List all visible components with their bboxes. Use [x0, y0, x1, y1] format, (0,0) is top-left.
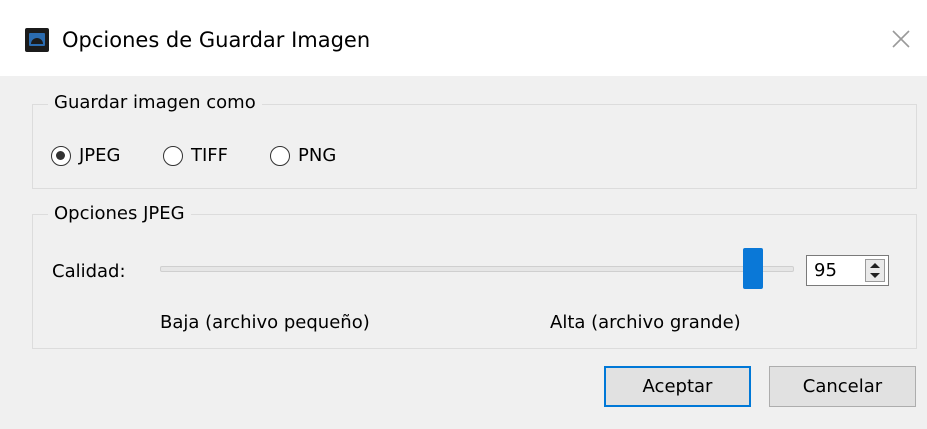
- quality-input[interactable]: [807, 256, 865, 285]
- spin-up-arrow-icon[interactable]: [866, 260, 884, 270]
- quality-slider-track[interactable]: [160, 266, 794, 272]
- radio-tiff[interactable]: TIFF: [163, 144, 228, 168]
- accept-button[interactable]: Aceptar: [604, 366, 751, 407]
- radio-png[interactable]: PNG: [270, 144, 336, 168]
- quality-low-label: Baja (archivo pequeño): [160, 312, 370, 333]
- radio-tiff-indicator[interactable]: [163, 146, 183, 166]
- spin-down-arrow-icon[interactable]: [866, 271, 884, 281]
- radio-jpeg-indicator[interactable]: [51, 146, 71, 166]
- save-format-legend: Guardar imagen como: [48, 92, 262, 114]
- title-bar: Opciones de Guardar Imagen: [0, 0, 927, 76]
- close-icon[interactable]: [889, 27, 913, 51]
- app-image-icon: [25, 28, 49, 52]
- cancel-button[interactable]: Cancelar: [769, 366, 916, 407]
- jpeg-options-legend: Opciones JPEG: [48, 203, 191, 225]
- quality-high-label: Alta (archivo grande): [550, 312, 741, 333]
- radio-png-indicator[interactable]: [270, 146, 290, 166]
- radio-jpeg-label: JPEG: [79, 145, 121, 166]
- quality-label: Calidad:: [52, 261, 126, 282]
- window-title: Opciones de Guardar Imagen: [62, 28, 371, 52]
- radio-tiff-label: TIFF: [191, 145, 229, 166]
- quality-spinbox[interactable]: [806, 255, 889, 286]
- quality-slider-thumb[interactable]: [743, 248, 764, 289]
- quality-spin-buttons[interactable]: [865, 259, 885, 282]
- radio-jpeg[interactable]: JPEG: [51, 144, 120, 168]
- radio-png-label: PNG: [298, 145, 337, 166]
